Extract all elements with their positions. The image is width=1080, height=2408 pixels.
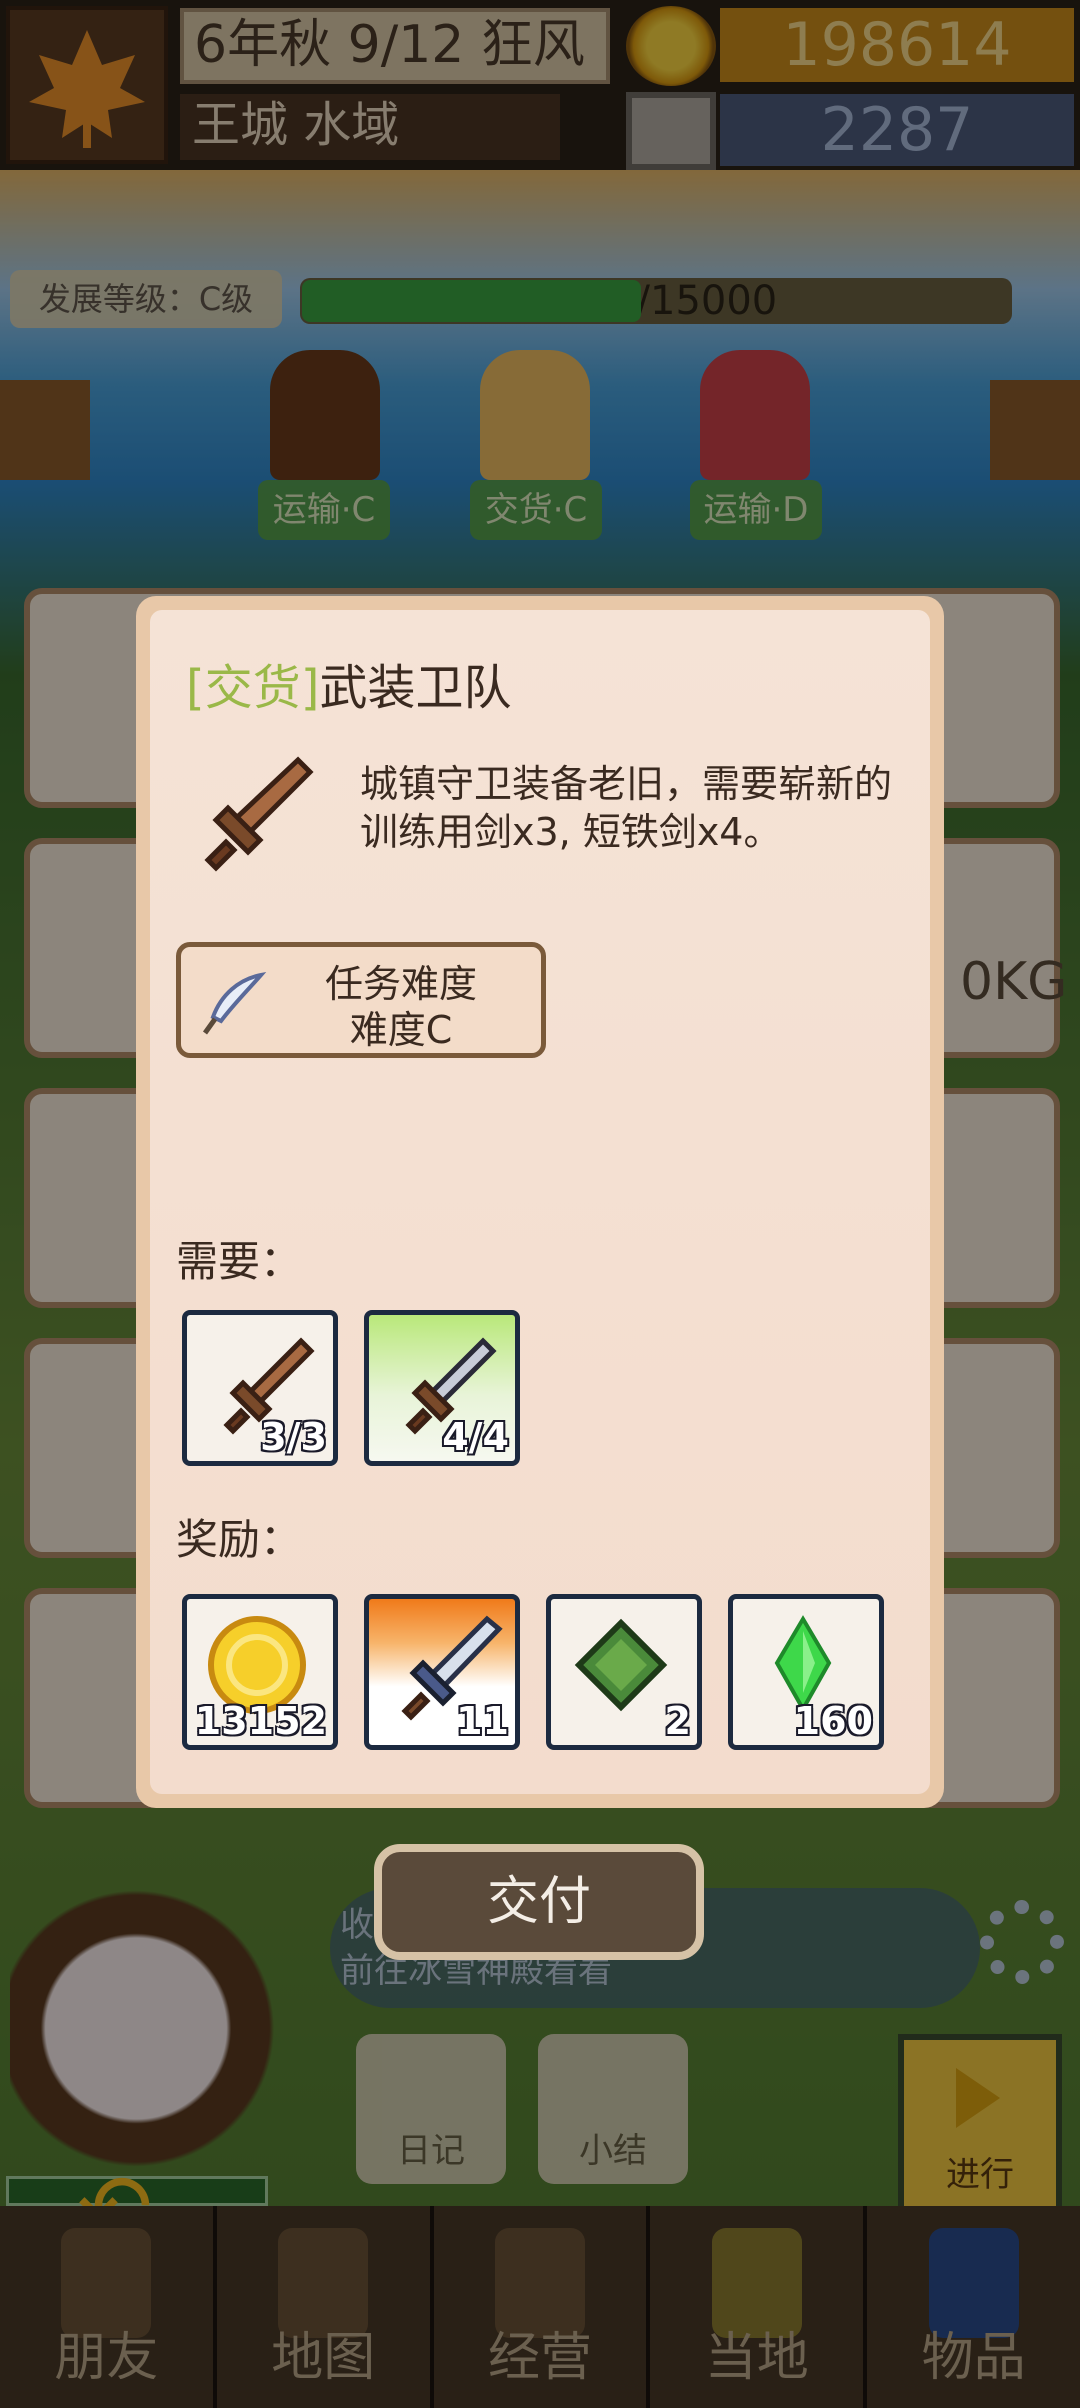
quest-title: [交货]武装卫队	[186, 648, 511, 718]
quest-description: 城镇守卫装备老旧，需要崭新的训练用剑x3, 短铁剑x4。	[360, 762, 893, 854]
reward-count-4: 160	[793, 1699, 873, 1743]
reward-count-2: 11	[456, 1699, 509, 1743]
requirement-count-1: 3/3	[260, 1415, 327, 1459]
requirement-slot-1[interactable]: 3/3	[182, 1310, 338, 1466]
reward-slot-2[interactable]: 11	[364, 1594, 520, 1750]
rewards-label: 奖励：	[176, 1515, 303, 1564]
requirement-slot-2[interactable]: 4/4	[364, 1310, 520, 1466]
feather-icon	[202, 972, 267, 1035]
reward-count-3: 2	[664, 1699, 691, 1743]
deliver-button[interactable]: 交付	[374, 1844, 704, 1960]
quest-dialog: [交货]武装卫队 城镇守卫装备老旧，需要崭新的训练用剑x3, 短铁剑x4。 任务…	[136, 596, 944, 1808]
difficulty-text: 任务难度 难度C	[301, 961, 501, 1053]
training-sword-icon	[204, 756, 314, 872]
requirements-label: 需要：	[176, 1237, 303, 1286]
reward-slot-4[interactable]: 160	[728, 1594, 884, 1750]
difficulty-panel: 任务难度 难度C	[176, 942, 546, 1058]
quest-type: [交货]	[186, 660, 320, 716]
quest-dialog-panel: [交货]武装卫队 城镇守卫装备老旧，需要崭新的训练用剑x3, 短铁剑x4。 任务…	[150, 610, 930, 1794]
quest-name: 武装卫队	[319, 660, 512, 716]
difficulty-label: 任务难度	[324, 962, 477, 1006]
reward-slot-3[interactable]: 2	[546, 1594, 702, 1750]
requirement-count-2: 4/4	[442, 1415, 509, 1459]
difficulty-value: 难度C	[349, 1008, 453, 1052]
reward-slot-1[interactable]: 13152	[182, 1594, 338, 1750]
reward-count-1: 13152	[194, 1699, 327, 1743]
